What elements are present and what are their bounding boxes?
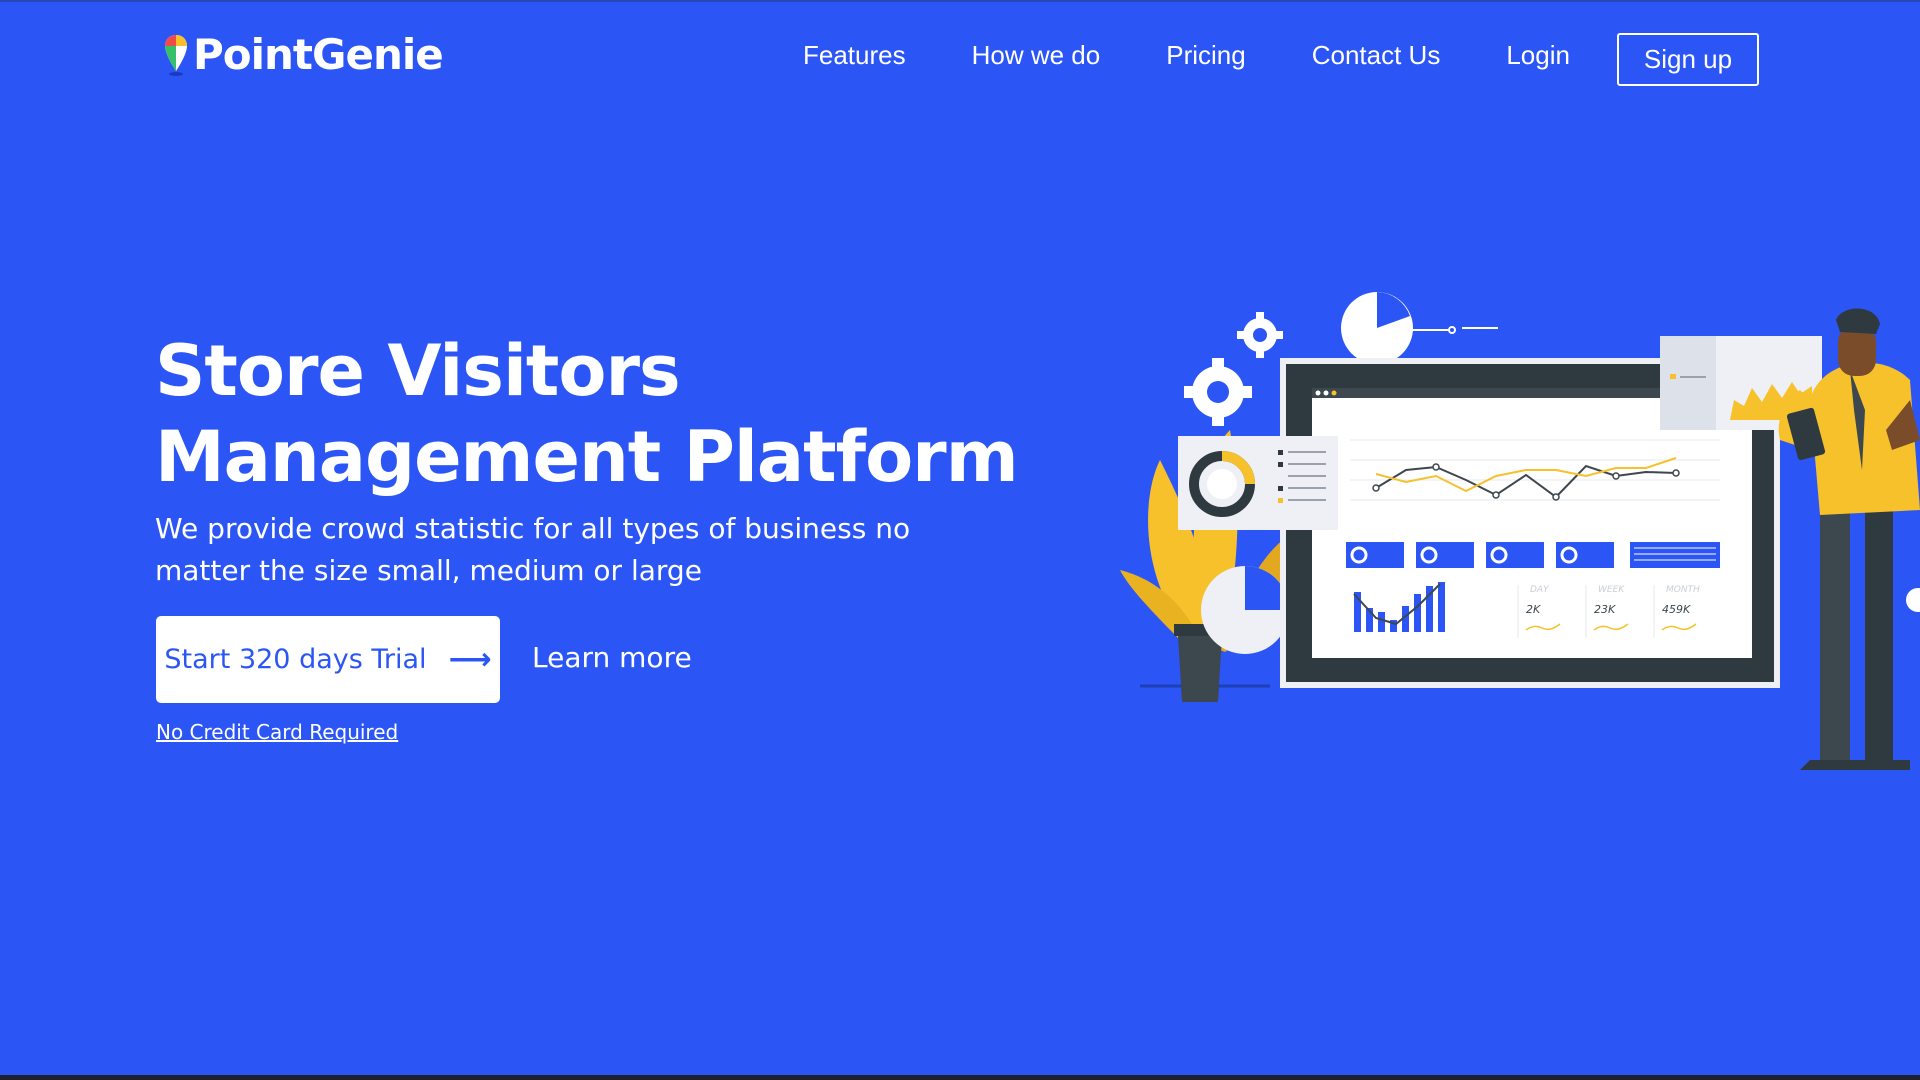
top-border <box>0 0 1920 2</box>
signup-button[interactable]: Sign up <box>1617 33 1759 86</box>
nav-how-we-do[interactable]: How we do <box>972 40 1101 71</box>
stat-day-label: DAY <box>1530 585 1550 595</box>
arrow-right-icon: ⟶ <box>448 642 492 677</box>
hero-title-line-1: Store Visitors <box>155 330 681 412</box>
logo[interactable]: PointGenie <box>163 26 444 84</box>
logo-text: PointGenie <box>193 30 444 79</box>
bottom-border <box>0 1075 1920 1080</box>
stat-month-value: 459K <box>1662 603 1691 616</box>
stat-week-label: WEEK <box>1598 585 1625 595</box>
gear-icon <box>1184 358 1252 426</box>
stat-week-value: 23K <box>1594 603 1616 616</box>
hero-subtitle: We provide crowd statistic for all types… <box>155 512 911 587</box>
start-trial-label: Start 320 days Trial <box>164 644 427 675</box>
dashboard-illustration: DAY 2K WEEK 23K MONTH 459K <box>1120 292 1920 770</box>
gear-icon <box>1237 312 1283 358</box>
hero-title: Store Visitors Management Platform <box>155 328 1055 500</box>
main-nav: Features How we do Pricing Contact Us Lo… <box>803 40 1610 71</box>
nav-login[interactable]: Login <box>1506 40 1570 71</box>
map-pin-icon <box>165 35 187 76</box>
nav-features[interactable]: Features <box>803 40 906 71</box>
stat-month-label: MONTH <box>1666 585 1700 595</box>
learn-more-link[interactable]: Learn more <box>532 641 692 674</box>
stat-day-value: 2K <box>1526 603 1541 616</box>
no-credit-card-link[interactable]: No Credit Card Required <box>156 720 398 744</box>
hero-title-line-2: Management Platform <box>155 416 1019 498</box>
start-trial-button[interactable]: Start 320 days Trial ⟶ <box>156 616 500 703</box>
nav-contact-us[interactable]: Contact Us <box>1312 40 1441 71</box>
nav-pricing[interactable]: Pricing <box>1166 40 1245 71</box>
